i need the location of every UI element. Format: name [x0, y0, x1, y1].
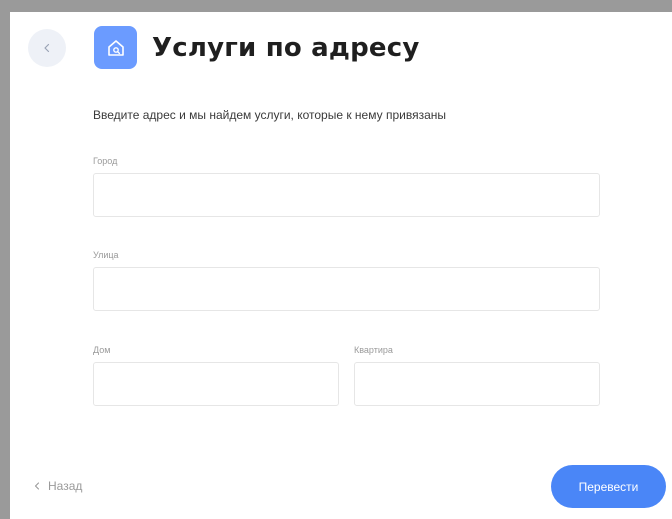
submit-button[interactable]: Перевести [551, 465, 666, 508]
chevron-left-icon [44, 43, 50, 53]
header-back-button[interactable] [28, 29, 66, 67]
street-label: Улица [93, 250, 119, 260]
chevron-left-icon [34, 482, 40, 490]
city-label: Город [93, 156, 118, 166]
street-input[interactable] [93, 267, 600, 311]
address-services-page: Услуги по адресу Введите адрес и мы найд… [10, 12, 672, 519]
apartment-input[interactable] [354, 362, 600, 406]
city-input[interactable] [93, 173, 600, 217]
page-title: Услуги по адресу [152, 33, 420, 63]
service-icon-badge [94, 26, 137, 69]
window-frame-top [0, 0, 672, 12]
form-subtitle: Введите адрес и мы найдем услуги, которы… [93, 108, 446, 122]
house-label: Дом [93, 345, 111, 355]
house-input[interactable] [93, 362, 339, 406]
house-search-icon [107, 39, 124, 56]
footer-back-label: Назад [48, 479, 83, 493]
apartment-label: Квартира [354, 345, 393, 355]
footer-back-link[interactable]: Назад [33, 479, 82, 493]
window-frame-left [0, 0, 10, 519]
